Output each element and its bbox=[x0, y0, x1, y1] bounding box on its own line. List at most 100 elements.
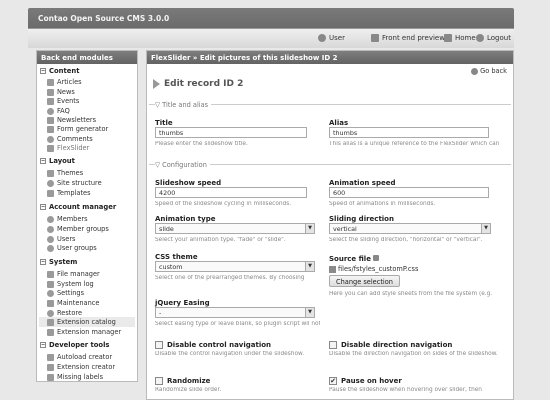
templates-icon bbox=[47, 189, 54, 197]
group-label: System bbox=[49, 258, 78, 266]
pause-on-hover-option[interactable]: ✔ Pause on hover bbox=[329, 377, 402, 385]
group-system[interactable]: − System bbox=[40, 258, 77, 266]
slideshow-speed-hint: Speed of the slideshow cycling in millis… bbox=[155, 201, 292, 207]
section-label: Title and alias bbox=[162, 101, 209, 109]
go-back-link[interactable]: Go back bbox=[471, 67, 507, 75]
sidebar-item-file-manager[interactable]: File manager bbox=[47, 270, 100, 278]
sidebar-item-label: Extension creator bbox=[57, 363, 116, 371]
comments-icon bbox=[47, 135, 54, 143]
sidebar-item-label: Events bbox=[57, 97, 80, 105]
sidebar-item-extension-manager[interactable]: Extension manager bbox=[47, 328, 121, 336]
nav-logout[interactable]: Logout bbox=[476, 34, 511, 42]
title-hint: Please enter the slideshow title. bbox=[155, 141, 248, 147]
sidebar-item-users[interactable]: Users bbox=[47, 235, 75, 243]
section-title-alias[interactable]: ▽ Title and alias bbox=[155, 101, 212, 109]
sidebar-item-templates[interactable]: Templates bbox=[47, 189, 91, 197]
section-configuration[interactable]: ▽ Configuration bbox=[155, 161, 210, 169]
jquery-easing-value: - bbox=[159, 309, 162, 317]
css-theme-select[interactable]: custom ▼ bbox=[155, 261, 315, 272]
app-header: Contao Open Source CMS 3.0.0 User Front … bbox=[28, 8, 514, 48]
sidebar-item-extension-catalog[interactable]: Extension catalog bbox=[47, 318, 116, 326]
sidebar-item-label: Comments bbox=[57, 135, 93, 143]
sidebar-item-missing-labels[interactable]: Missing labels bbox=[47, 373, 103, 381]
nav-user[interactable]: User bbox=[318, 34, 345, 42]
form-icon bbox=[47, 125, 54, 133]
sidebar-item-label: Member groups bbox=[57, 225, 109, 233]
group-layout[interactable]: − Layout bbox=[40, 157, 75, 165]
sidebar-item-system-log[interactable]: System log bbox=[47, 280, 94, 288]
nav-front-end-preview[interactable]: Front end preview bbox=[371, 34, 445, 42]
randomize-option[interactable]: Randomize bbox=[155, 377, 210, 385]
sidebar-item-news[interactable]: News bbox=[47, 88, 75, 96]
css-file-icon bbox=[329, 265, 336, 273]
file-picker-icon[interactable] bbox=[373, 255, 380, 261]
sidebar-item-label: Site structure bbox=[57, 179, 102, 187]
sliding-direction-label: Sliding direction bbox=[329, 215, 394, 223]
sidebar-item-maintenance[interactable]: Maintenance bbox=[47, 299, 99, 307]
user-icon bbox=[318, 34, 326, 42]
gear-icon bbox=[47, 289, 54, 297]
disable-control-nav-checkbox[interactable] bbox=[155, 341, 163, 349]
source-file-label-text: Source file bbox=[329, 255, 371, 263]
randomize-checkbox[interactable] bbox=[155, 377, 163, 385]
nav-home[interactable]: Home bbox=[444, 34, 476, 42]
sidebar-item-settings[interactable]: Settings bbox=[47, 289, 84, 297]
sliding-direction-select[interactable]: vertical ▼ bbox=[329, 223, 491, 234]
sidebar-item-restore[interactable]: Restore bbox=[47, 309, 82, 317]
sidebar-item-site-structure[interactable]: Site structure bbox=[47, 179, 102, 187]
animation-type-select[interactable]: slide ▼ bbox=[155, 223, 315, 234]
alias-hint: This alias is a unique reference to the … bbox=[329, 141, 500, 147]
sidebar-item-flexslider[interactable]: FlexSlider bbox=[47, 144, 89, 152]
creator-icon bbox=[47, 363, 54, 371]
jquery-easing-select[interactable]: - ▼ bbox=[155, 307, 315, 318]
collapse-icon: − bbox=[40, 158, 46, 164]
sidebar-item-articles[interactable]: Articles bbox=[47, 78, 82, 86]
catalog-icon bbox=[47, 318, 54, 326]
disable-direction-nav-option[interactable]: Disable direction navigation bbox=[329, 341, 452, 349]
sidebar-item-form-generator[interactable]: Form generator bbox=[47, 125, 108, 133]
sidebar-item-themes[interactable]: Themes bbox=[47, 169, 83, 177]
sidebar-item-newsletters[interactable]: Newsletters bbox=[47, 116, 96, 124]
nav-preview-label: Front end preview bbox=[382, 34, 445, 42]
group-content[interactable]: − Content bbox=[40, 67, 79, 75]
sidebar-item-label: System log bbox=[57, 280, 94, 288]
collapse-icon: − bbox=[40, 342, 46, 348]
disable-direction-nav-checkbox[interactable] bbox=[329, 341, 337, 349]
disable-control-nav-option[interactable]: Disable control navigation bbox=[155, 341, 271, 349]
labels-icon bbox=[47, 373, 54, 381]
group-developer-tools[interactable]: − Developer tools bbox=[40, 341, 109, 349]
animation-type-value: slide bbox=[159, 225, 174, 233]
jquery-easing-hint: Select easing type or leave blank, so pl… bbox=[155, 321, 320, 327]
sidebar-item-extension-creator[interactable]: Extension creator bbox=[47, 363, 115, 371]
alias-input[interactable]: thumbs bbox=[329, 127, 489, 138]
source-file-path: files/fstyles_customP.css bbox=[329, 265, 418, 273]
jquery-easing-label: jQuery Easing bbox=[155, 299, 210, 307]
breadcrumb: FlexSlider » Edit pictures of this slide… bbox=[147, 51, 513, 64]
sidebar-item-label: Articles bbox=[57, 78, 82, 86]
sidebar-item-faq[interactable]: FAQ bbox=[47, 107, 70, 115]
group-label: Content bbox=[49, 67, 80, 75]
sidebar-item-events[interactable]: Events bbox=[47, 97, 79, 105]
change-selection-button[interactable]: Change selection bbox=[329, 275, 400, 287]
sidebar-item-comments[interactable]: Comments bbox=[47, 135, 93, 143]
preview-icon bbox=[371, 34, 379, 42]
sidebar-item-user-groups[interactable]: User groups bbox=[47, 244, 97, 252]
title-input[interactable]: thumbs bbox=[155, 127, 307, 138]
sidebar-item-label: FlexSlider bbox=[57, 144, 90, 152]
sidebar: Back end modules − Content Articles News … bbox=[36, 50, 138, 382]
sidebar-item-label: News bbox=[57, 88, 75, 96]
sidebar-item-autoload-creator[interactable]: Autoload creator bbox=[47, 353, 112, 361]
sidebar-item-member-groups[interactable]: Member groups bbox=[47, 225, 109, 233]
page-title-text: Edit record ID 2 bbox=[164, 79, 244, 89]
group-label: Account manager bbox=[49, 203, 117, 211]
pause-on-hover-checkbox[interactable]: ✔ bbox=[329, 377, 337, 385]
top-navigation: User Front end preview Home Logout bbox=[28, 28, 514, 48]
sidebar-item-members[interactable]: Members bbox=[47, 215, 88, 223]
extension-icon bbox=[47, 328, 54, 336]
slideshow-speed-input[interactable]: 4200 bbox=[155, 187, 307, 198]
chevron-down-icon: ▼ bbox=[305, 308, 314, 317]
members-icon bbox=[47, 215, 54, 223]
animation-speed-input[interactable]: 600 bbox=[329, 187, 489, 198]
member-groups-icon bbox=[47, 225, 54, 233]
group-account-manager[interactable]: − Account manager bbox=[40, 203, 116, 211]
